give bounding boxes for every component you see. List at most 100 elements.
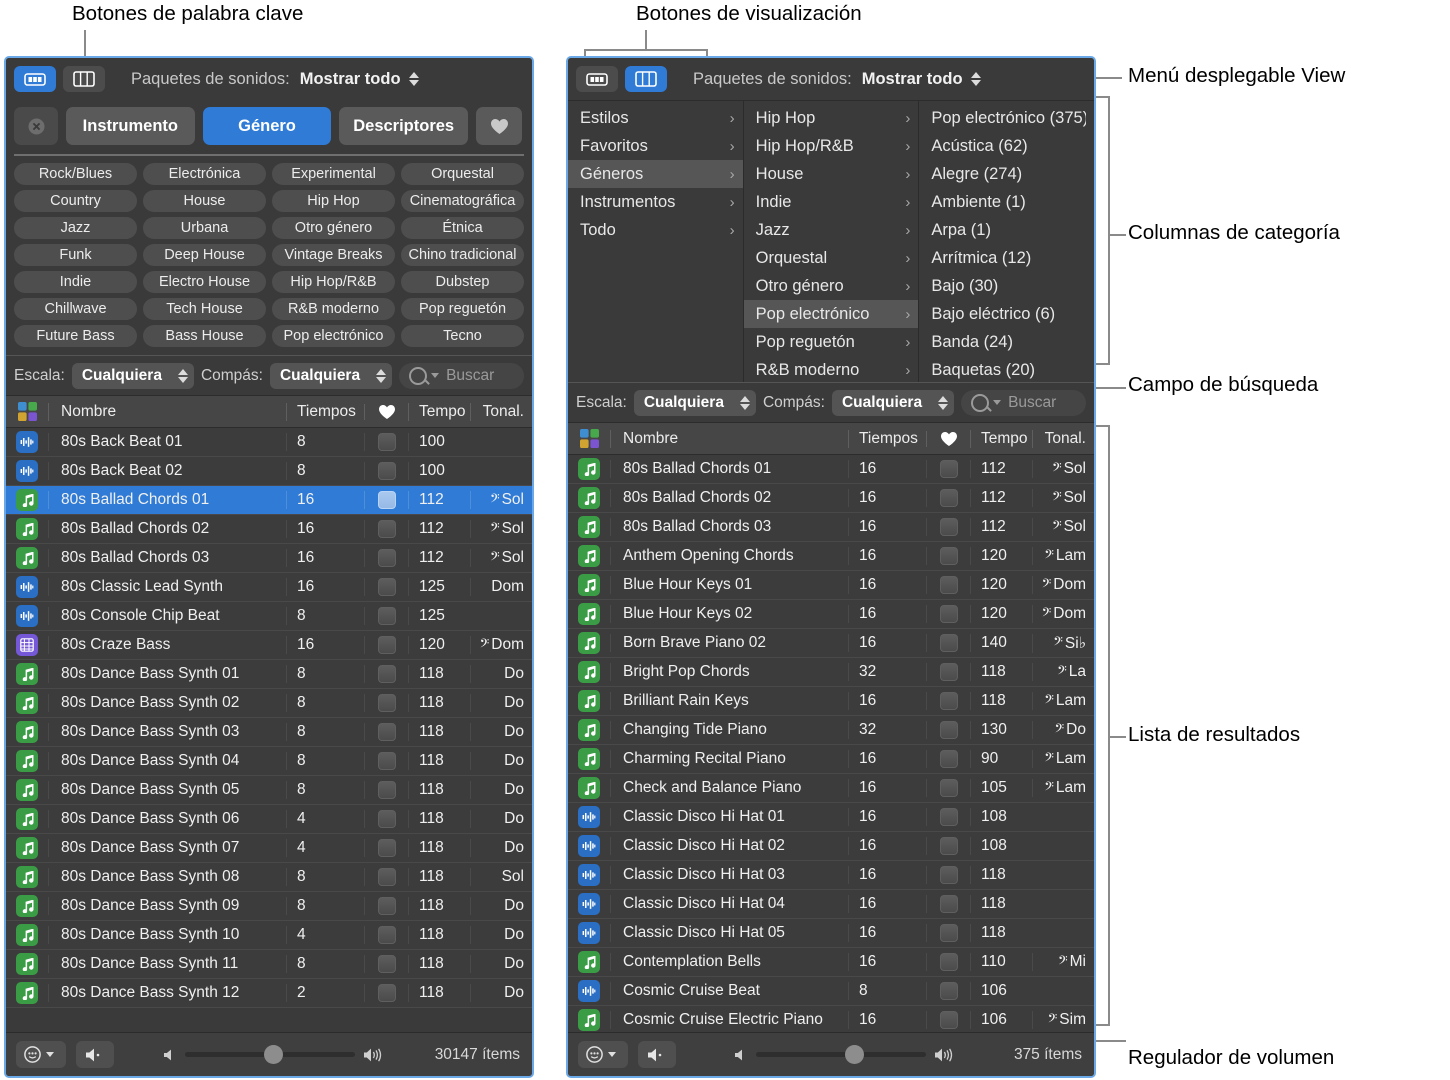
table-row[interactable]: 80s Classic Lead Synth 16 125 Dom	[6, 573, 532, 602]
keyword-button[interactable]: Étnica	[401, 217, 524, 239]
category-column-item[interactable]: Acústica (62)	[919, 132, 1094, 160]
category-column-item[interactable]: Pop electrónico (375)	[919, 104, 1094, 132]
table-row[interactable]: 80s Dance Bass Synth 08 8 118 Sol	[6, 863, 532, 892]
category-column-item[interactable]: Orquestal ›	[744, 244, 919, 272]
favorite-checkbox[interactable]	[926, 779, 970, 797]
right-view-toggle-group[interactable]	[576, 66, 667, 92]
keyword-button[interactable]: Otro género	[272, 217, 395, 239]
column-view-toggle[interactable]	[63, 66, 105, 92]
favorite-checkbox[interactable]	[926, 953, 970, 971]
table-row[interactable]: 80s Dance Bass Synth 03 8 118 Do	[6, 718, 532, 747]
favorite-checkbox[interactable]	[926, 895, 970, 913]
favorite-checkbox[interactable]	[364, 897, 408, 915]
category-column-item[interactable]: Pop reguetón ›	[744, 328, 919, 356]
category-column-item[interactable]: Favoritos ›	[568, 132, 743, 160]
keyword-button[interactable]: Electrónica	[143, 163, 266, 185]
category-column-item[interactable]: Baquetas (20)	[919, 356, 1094, 382]
left-sound-packs-stepper[interactable]	[408, 72, 419, 86]
table-row[interactable]: 80s Back Beat 02 8 100	[6, 457, 532, 486]
favorite-checkbox[interactable]	[926, 866, 970, 884]
category-button-descriptores[interactable]: Descriptores	[339, 107, 469, 145]
keyword-button[interactable]: Rock/Blues	[14, 163, 137, 185]
right-header-beats[interactable]: Tiempos	[848, 429, 926, 448]
left-header-favorite-heart-icon[interactable]	[364, 403, 408, 420]
keyword-button[interactable]: Tecno	[401, 325, 524, 347]
favorite-checkbox[interactable]	[364, 868, 408, 886]
category-column-item[interactable]: House ›	[744, 160, 919, 188]
table-row[interactable]: 80s Ballad Chords 03 16 112 𝄢 Sol	[568, 513, 1094, 542]
right-header-name[interactable]: Nombre	[610, 429, 848, 448]
favorite-checkbox[interactable]	[926, 605, 970, 623]
category-column-item[interactable]: Pop electrónico ›	[743, 300, 919, 328]
table-row[interactable]: 80s Dance Bass Synth 05 8 118 Do	[6, 776, 532, 805]
keyword-button[interactable]: Cinematográfica	[401, 190, 524, 212]
left-header-name[interactable]: Nombre	[48, 402, 286, 421]
keyword-button[interactable]: Bass House	[143, 325, 266, 347]
table-row[interactable]: 80s Ballad Chords 01 16 112 𝄢 Sol	[568, 455, 1094, 484]
favorite-checkbox[interactable]	[364, 723, 408, 741]
keyword-button[interactable]: Chino tradicional	[401, 244, 524, 266]
table-row[interactable]: Cosmic Cruise Electric Piano 16 106 𝄢 Sim	[568, 1006, 1094, 1035]
table-row[interactable]: Classic Disco Hi Hat 02 16 108	[568, 832, 1094, 861]
favorite-checkbox[interactable]	[926, 750, 970, 768]
table-row[interactable]: Blue Hour Keys 01 16 120 𝄢 Dom	[568, 571, 1094, 600]
left-view-toggle-group[interactable]	[14, 66, 105, 92]
category-column-item[interactable]: Jazz ›	[744, 216, 919, 244]
left-volume-knob[interactable]	[264, 1045, 284, 1064]
category-column-item[interactable]: R&B moderno ›	[744, 356, 919, 382]
left-sound-packs-value[interactable]: Mostrar todo	[300, 70, 401, 89]
favorite-checkbox[interactable]	[926, 721, 970, 739]
table-row[interactable]: Check and Balance Piano 16 105 𝄢 Lam	[568, 774, 1094, 803]
right-options-menu-button[interactable]	[578, 1041, 628, 1068]
right-header-key[interactable]: Tonal.	[1032, 429, 1094, 448]
right-search-input[interactable]: Buscar	[961, 389, 1086, 416]
table-row[interactable]: 80s Back Beat 01 8 100	[6, 428, 532, 457]
category-column-item[interactable]: Estilos ›	[568, 104, 743, 132]
keyword-button[interactable]: Jazz	[14, 217, 137, 239]
keyword-button[interactable]: Vintage Breaks	[272, 244, 395, 266]
favorite-checkbox[interactable]	[926, 1011, 970, 1029]
category-column-item[interactable]: Bajo (30)	[919, 272, 1094, 300]
table-row[interactable]: 80s Dance Bass Synth 02 8 118 Do	[6, 689, 532, 718]
table-row[interactable]: Classic Disco Hi Hat 01 16 108	[568, 803, 1094, 832]
keyword-button[interactable]: Orquestal	[401, 163, 524, 185]
keyword-button[interactable]: Experimental	[272, 163, 395, 185]
category-button-genero[interactable]: Género	[202, 107, 332, 145]
favorite-checkbox[interactable]	[364, 955, 408, 973]
category-column-item[interactable]: Hip Hop ›	[744, 104, 919, 132]
left-options-menu-button[interactable]	[16, 1041, 66, 1068]
table-row[interactable]: Blue Hour Keys 02 16 120 𝄢 Dom	[568, 600, 1094, 629]
favorite-checkbox[interactable]	[364, 810, 408, 828]
category-column-item[interactable]: Instrumentos ›	[568, 188, 743, 216]
left-volume-slider[interactable]	[185, 1045, 356, 1064]
favorites-filter-button[interactable]	[476, 107, 523, 145]
favorite-checkbox[interactable]	[364, 752, 408, 770]
right-mute-button[interactable]	[638, 1041, 676, 1068]
favorite-checkbox[interactable]	[364, 665, 408, 683]
keyword-button[interactable]: Hip Hop/R&B	[272, 271, 395, 293]
keyword-button[interactable]: Pop electrónico	[272, 325, 395, 347]
table-row[interactable]: Born Brave Piano 02 16 140 𝄢 Si♭	[568, 629, 1094, 658]
category-button-instrumento[interactable]: Instrumento	[66, 107, 195, 145]
table-row[interactable]: 80s Ballad Chords 01 16 112 𝄢 Sol	[6, 486, 532, 515]
table-row[interactable]: 80s Dance Bass Synth 07 4 118 Do	[6, 834, 532, 863]
category-column-item[interactable]: Arrítmica (12)	[919, 244, 1094, 272]
keyword-button[interactable]: Indie	[14, 271, 137, 293]
favorite-checkbox[interactable]	[926, 576, 970, 594]
table-row[interactable]: 80s Dance Bass Synth 01 8 118 Do	[6, 660, 532, 689]
table-row[interactable]: 80s Dance Bass Synth 10 4 118 Do	[6, 921, 532, 950]
left-meter-select[interactable]: Cualquiera	[269, 362, 393, 389]
table-row[interactable]: Classic Disco Hi Hat 03 16 118	[568, 861, 1094, 890]
favorite-checkbox[interactable]	[926, 692, 970, 710]
button-view-toggle[interactable]	[14, 66, 56, 92]
favorite-checkbox[interactable]	[364, 462, 408, 480]
table-row[interactable]: 80s Ballad Chords 03 16 112 𝄢 Sol	[6, 544, 532, 573]
favorite-checkbox[interactable]	[364, 636, 408, 654]
button-view-toggle[interactable]	[576, 66, 618, 92]
category-column-item[interactable]: Géneros ›	[568, 160, 743, 188]
table-row[interactable]: Charming Recital Piano 16 90 𝄢 Lam	[568, 745, 1094, 774]
right-volume-control[interactable]	[686, 1045, 1004, 1064]
keyword-button[interactable]: Electro House	[143, 271, 266, 293]
table-row[interactable]: Brilliant Rain Keys 16 118 𝄢 Lam	[568, 687, 1094, 716]
right-header-favorite-heart-icon[interactable]	[926, 430, 970, 447]
